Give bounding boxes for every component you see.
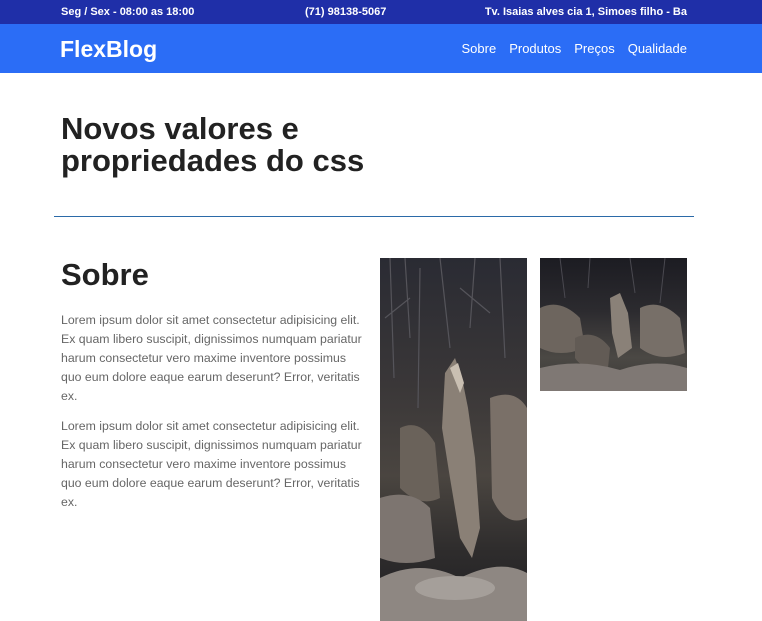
nav-link-precos[interactable]: Preços	[574, 41, 614, 56]
nav-link-qualidade[interactable]: Qualidade	[628, 41, 687, 56]
hero-title: Novos valores e propriedades do css	[61, 111, 365, 178]
about-paragraph: Lorem ipsum dolor sit amet consectetur a…	[61, 419, 362, 509]
wolf-pack-photo-small	[540, 258, 687, 391]
wolf-pack-photo-tall	[380, 258, 527, 621]
main-navbar: FlexBlog Sobre Produtos Preços Qualidade	[0, 24, 762, 73]
business-hours: Seg / Sex - 08:00 as 18:00	[61, 6, 195, 18]
site-logo[interactable]: FlexBlog	[60, 36, 157, 63]
about-title: Sobre	[61, 257, 149, 292]
nav-link-produtos[interactable]: Produtos	[509, 41, 561, 56]
address: Tv. Isaias alves cia 1, Simoes filho - B…	[484, 6, 687, 18]
phone-number: (71) 98138-5067	[305, 6, 387, 18]
info-topbar: Seg / Sex - 08:00 as 18:00 (71) 98138-50…	[0, 0, 762, 24]
section-divider	[54, 216, 694, 217]
about-paragraph: Lorem ipsum dolor sit amet consectetur a…	[61, 313, 362, 403]
nav-link-sobre[interactable]: Sobre	[462, 41, 497, 56]
nav-links: Sobre Produtos Preços Qualidade	[462, 41, 688, 56]
